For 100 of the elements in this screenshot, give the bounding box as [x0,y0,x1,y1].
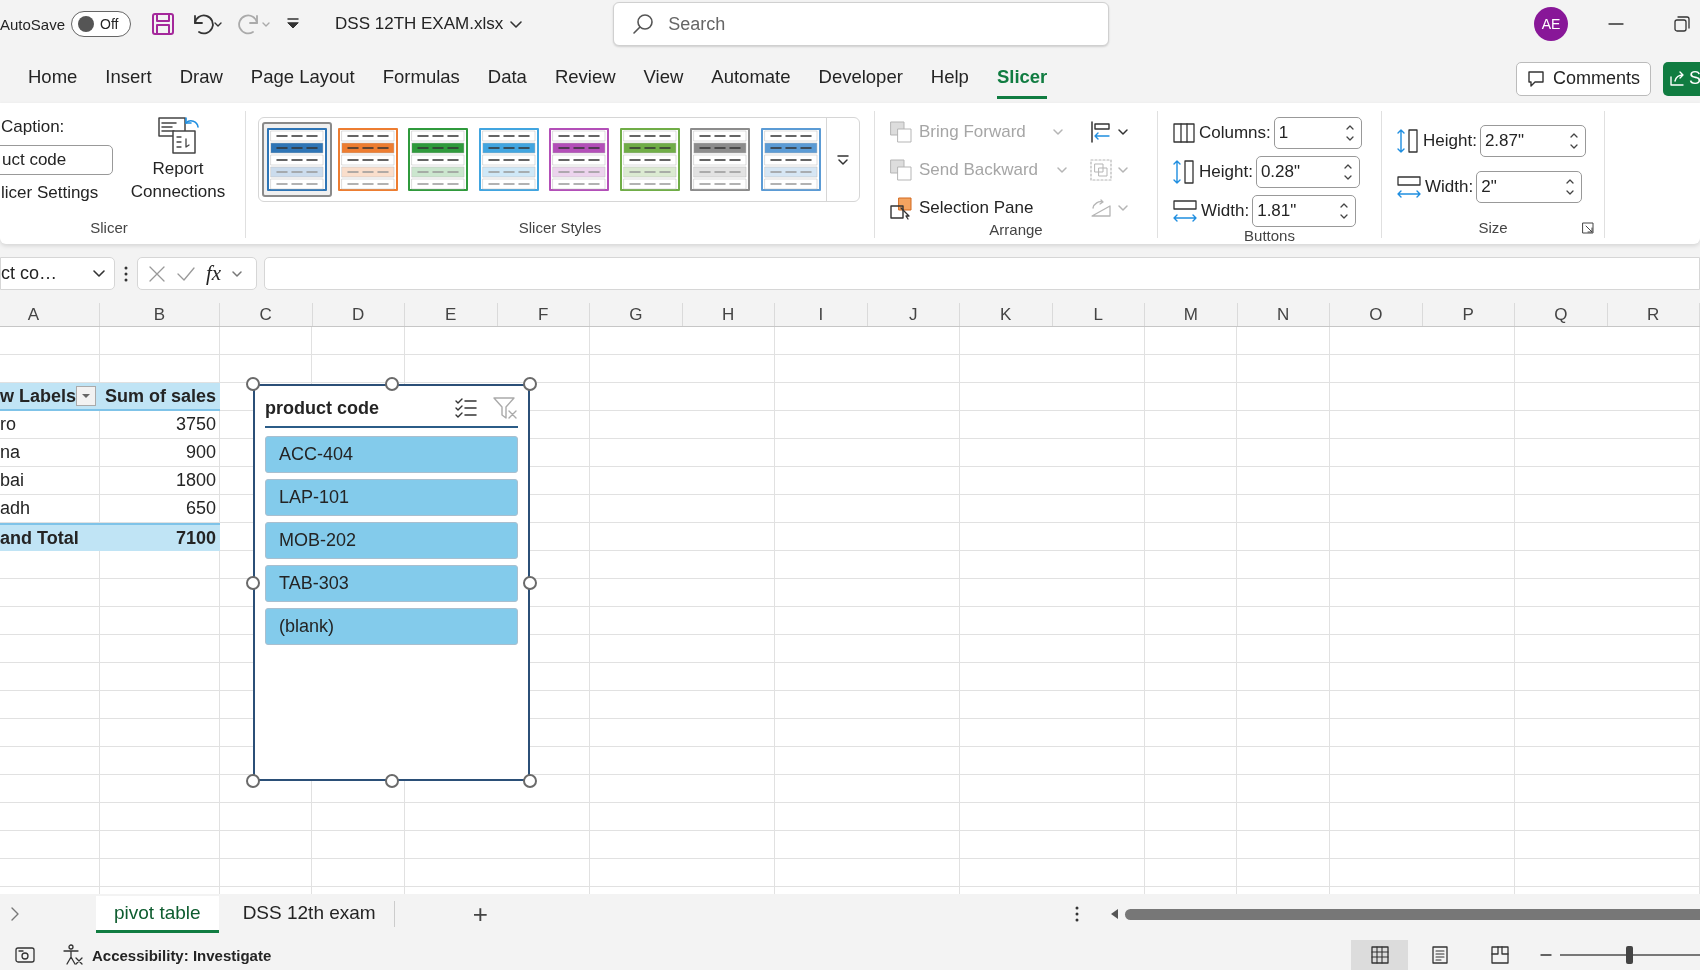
accessibility-status[interactable]: Accessibility: Investigate [92,946,272,964]
column-header[interactable]: Q [1515,303,1608,326]
scroll-left-icon[interactable] [1109,908,1119,920]
column-header[interactable]: J [867,303,960,326]
resize-handle[interactable] [523,774,537,788]
ribbon-tab[interactable]: Review [554,58,616,99]
column-header[interactable]: N [1237,303,1330,326]
column-header[interactable]: F [497,303,590,326]
save-icon[interactable] [151,12,176,36]
column-header[interactable]: M [1145,303,1238,326]
caption-field[interactable]: uct code [0,145,113,175]
file-name-menu[interactable]: DSS 12TH EXAM.xlsx [335,14,524,34]
ribbon-tab[interactable]: Help [930,58,969,99]
ribbon-tab[interactable]: Home [28,58,78,99]
sheet-tab[interactable]: pivot table [96,895,219,933]
slicer-item[interactable]: MOB-202 [265,522,518,559]
cancel-icon[interactable] [148,264,166,283]
add-sheet-button[interactable]: + [472,898,488,930]
column-header[interactable]: A [0,303,100,326]
column-header[interactable]: P [1422,303,1515,326]
scrollbar-thumb[interactable] [1125,908,1700,920]
resize-handle[interactable] [246,575,260,590]
page-break-icon [1489,945,1510,965]
ribbon-tab[interactable]: Data [487,58,527,99]
dialog-launcher-icon[interactable] [1582,222,1594,234]
share-button[interactable]: S [1663,61,1700,96]
spin-field[interactable]: 2" [1476,171,1583,203]
column-header[interactable]: K [960,303,1053,326]
sheet-tab[interactable]: DSS 12th exam [224,895,394,933]
comments-button[interactable]: Comments [1515,61,1651,96]
resize-handle[interactable] [384,377,399,391]
next-sheet-icon[interactable] [10,906,20,922]
slicer-item[interactable]: ACC-404 [265,436,518,473]
slicer-settings-button[interactable]: licer Settings [0,183,113,203]
layers-icon [889,158,913,182]
insert-function-button[interactable]: fx [206,261,222,286]
more-options-icon[interactable] [1075,906,1079,922]
macro-recording-icon[interactable] [14,945,36,965]
column-header[interactable]: O [1330,303,1423,326]
slicer-title: product code [265,397,379,419]
column-header[interactable]: B [100,303,220,326]
spin-field[interactable]: 1 [1273,117,1362,149]
field-label: Height: [1199,162,1253,182]
filter-dropdown-button[interactable] [76,386,96,406]
report-connections-button[interactable]: Report Connections [123,111,233,219]
accessibility-icon [62,944,84,966]
redo-icon [237,12,272,36]
multi-select-icon[interactable] [454,397,478,419]
slicer-item[interactable]: (blank) [265,608,518,645]
caret-icon [81,393,91,399]
group-label: Buttons [1244,227,1295,246]
column-header[interactable]: C [220,303,313,326]
slicer-item[interactable]: LAP-101 [265,479,518,516]
ribbon-tab[interactable]: Automate [711,58,791,99]
comment-icon [1526,69,1545,88]
slicer-item[interactable]: TAB-303 [265,565,518,602]
align-button[interactable] [1089,119,1129,145]
slicer-style-option[interactable] [262,122,333,197]
selection-pane-button[interactable]: Selection Pane [889,195,1089,221]
restore-icon[interactable] [1674,16,1690,32]
column-header[interactable]: D [312,303,405,326]
spinner-arrows-icon [1568,131,1579,151]
normal-view-button[interactable] [1351,940,1408,970]
ribbon-tab[interactable]: Draw [179,58,223,99]
caret-icon [1117,128,1129,136]
formula-input[interactable] [264,257,1700,290]
column-header[interactable]: H [682,303,775,326]
ribbon-tab[interactable]: Slicer [996,58,1048,99]
caret-icon [1051,128,1064,136]
name-box[interactable]: ct co… [0,257,115,290]
column-header[interactable]: G [590,303,683,326]
search-field[interactable]: Search [613,2,1110,46]
spin-field[interactable]: 0.28" [1255,156,1360,188]
column-header[interactable]: L [1052,303,1145,326]
zoom-slider-thumb[interactable] [1626,946,1633,964]
zoom-out-icon[interactable] [1540,953,1552,957]
ribbon-tab[interactable]: View [643,58,684,99]
share-icon [1669,70,1685,87]
width-icon [1172,199,1198,223]
page-layout-icon [1429,945,1450,965]
column-header[interactable]: I [775,303,868,326]
ribbon-tab[interactable]: Formulas [382,58,460,99]
autosave-toggle[interactable]: Off [71,11,132,37]
slicer-panel[interactable]: product code ACC-404 LAP-101 MOB-202 TAB-303 (blank) [253,384,530,781]
resize-handle[interactable] [523,377,537,391]
column-header[interactable]: E [405,303,498,326]
columns-icon [1172,121,1196,145]
ribbon-tab[interactable]: Insert [105,58,152,99]
ribbon-tab[interactable]: Developer [818,58,903,99]
caption-label: Caption: [0,117,66,137]
spin-field[interactable]: 1.81" [1252,195,1357,227]
spin-field[interactable]: 2.87" [1479,125,1586,157]
spinner-arrows-icon [1342,162,1353,182]
resize-handle[interactable] [246,774,260,788]
resize-handle[interactable] [246,377,260,391]
column-header[interactable]: R [1607,303,1700,326]
user-avatar[interactable]: AE [1534,7,1568,41]
ribbon-tab[interactable]: Page Layout [250,58,355,99]
more-options-icon[interactable] [124,265,128,282]
table-cell-text: na [0,441,22,464]
